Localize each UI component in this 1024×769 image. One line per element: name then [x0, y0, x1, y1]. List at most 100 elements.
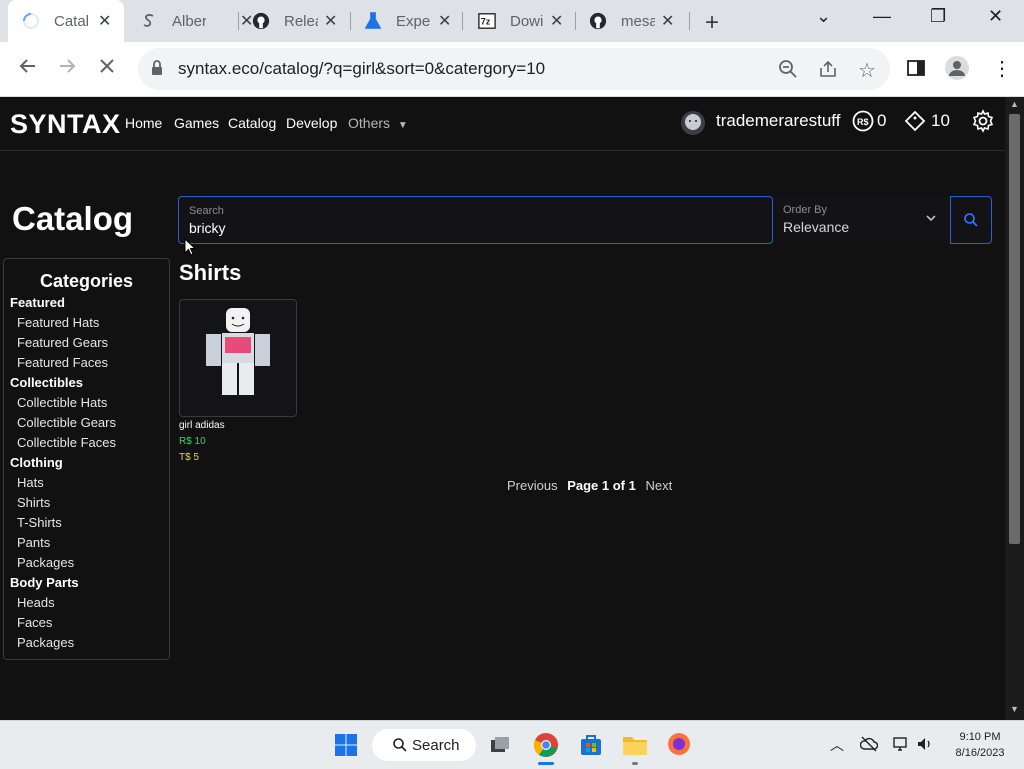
show-hidden-icons-chevron-icon[interactable]: ︿	[830, 735, 844, 755]
restore-icon[interactable]: ❐	[930, 6, 946, 27]
search-input[interactable]	[189, 220, 749, 236]
windows-start-icon[interactable]	[334, 733, 358, 762]
nav-catalog[interactable]: Catalog	[228, 115, 276, 131]
nav-games[interactable]: Games	[174, 115, 219, 131]
page-indicator: Page 1 of 1	[567, 478, 636, 493]
category-body-packages[interactable]: Packages	[10, 633, 116, 653]
close-tab-icon[interactable]: ✕	[324, 11, 337, 31]
caret-down-icon: ▼	[397, 120, 408, 131]
tab-relea[interactable]: Relea ✕	[242, 0, 350, 42]
url-text: syntax.eco/catalog/?q=girl&sort=0&caterg…	[178, 59, 546, 78]
category-collectible-hats[interactable]: Collectible Hats	[10, 393, 116, 413]
tab-search-chevron-icon[interactable]: ⌄	[816, 6, 831, 27]
item-robux-price: R$ 10	[179, 436, 206, 447]
tab-title: Relea	[284, 12, 318, 30]
volume-icon[interactable]	[916, 736, 934, 757]
search-field[interactable]: Search	[178, 196, 773, 244]
github-icon	[589, 12, 607, 30]
minimize-icon[interactable]: —	[873, 6, 891, 27]
cloud-offline-icon[interactable]	[859, 736, 879, 757]
tab-separator	[350, 12, 351, 30]
user-avatar[interactable]	[680, 110, 706, 141]
categories-panel: Categories Featured Featured Hats Featur…	[3, 258, 170, 660]
mouse-cursor-icon	[184, 237, 197, 261]
address-bar[interactable]: syntax.eco/catalog/?q=girl&sort=0&caterg…	[138, 48, 890, 90]
item-name[interactable]: girl adidas	[179, 420, 225, 431]
tab-expe[interactable]: Expe ✕	[354, 0, 462, 42]
system-clock[interactable]: 9:10 PM 8/16/2023	[940, 729, 1020, 761]
category-pants[interactable]: Pants	[10, 533, 116, 553]
page-scrollbar[interactable]: ▲ ▼	[1005, 97, 1024, 720]
tab-dowi[interactable]: 7z Dowi ✕	[466, 0, 574, 42]
category-featured-hats[interactable]: Featured Hats	[10, 313, 116, 333]
category-featured[interactable]: Featured	[10, 293, 116, 313]
bookmark-star-icon[interactable]: ☆	[858, 58, 876, 83]
username[interactable]: trademerarestuff	[716, 111, 840, 131]
category-featured-gears[interactable]: Featured Gears	[10, 333, 116, 353]
tix-balance[interactable]: 10	[931, 111, 950, 131]
flask-icon	[364, 12, 382, 30]
back-arrow-icon[interactable]	[18, 56, 38, 82]
category-t-shirts[interactable]: T-Shirts	[10, 513, 116, 533]
nav-develop[interactable]: Develop	[286, 115, 337, 131]
task-view-icon[interactable]	[489, 734, 511, 761]
item-tix-price: T$ 5	[179, 452, 200, 463]
nav-others-dropdown[interactable]: Others ▼	[348, 115, 408, 131]
item-thumbnail[interactable]	[179, 299, 297, 417]
category-packages[interactable]: Packages	[10, 553, 116, 573]
tab-alber[interactable]: Alber ✕	[130, 0, 253, 42]
zoom-out-icon[interactable]	[778, 59, 798, 84]
scrollbar-thumb[interactable]	[1009, 114, 1020, 544]
store-icon[interactable]	[579, 733, 603, 762]
site-header: SYNTAX Home Games Catalog Develop Others…	[0, 97, 1005, 151]
stop-loading-icon[interactable]	[97, 56, 117, 82]
lock-icon[interactable]	[150, 60, 164, 81]
category-hats[interactable]: Hats	[10, 473, 116, 493]
network-icon[interactable]	[892, 736, 910, 757]
scroll-down-icon[interactable]: ▼	[1010, 704, 1019, 714]
search-button[interactable]	[950, 196, 992, 244]
forward-arrow-icon[interactable]	[57, 56, 77, 82]
order-by-value: Relevance	[783, 219, 850, 235]
profile-avatar-icon[interactable]	[945, 56, 969, 85]
close-tab-icon[interactable]: ✕	[661, 11, 674, 31]
tab-title: mesa	[621, 12, 655, 30]
tab-mesa[interactable]: mesa ✕	[579, 0, 689, 42]
file-explorer-icon[interactable]	[622, 733, 648, 762]
category-collectibles[interactable]: Collectibles	[10, 373, 116, 393]
more-menu-icon[interactable]: ⋮	[992, 56, 1012, 81]
category-featured-faces[interactable]: Featured Faces	[10, 353, 116, 373]
close-window-icon[interactable]: ✕	[988, 6, 1003, 27]
close-tab-icon[interactable]: ✕	[98, 11, 111, 31]
category-clothing[interactable]: Clothing	[10, 453, 116, 473]
category-collectible-gears[interactable]: Collectible Gears	[10, 413, 116, 433]
close-tab-icon[interactable]: ✕	[438, 11, 451, 31]
robux-balance[interactable]: 0	[877, 111, 886, 131]
category-heads[interactable]: Heads	[10, 593, 116, 613]
windows-taskbar: Search ︿ 9:10 PM 8/16/2023	[0, 720, 1024, 769]
category-faces[interactable]: Faces	[10, 613, 116, 633]
tab-catalog[interactable]: Catal ✕	[8, 0, 124, 42]
tab-title: Catal	[54, 12, 88, 30]
category-collectible-faces[interactable]: Collectible Faces	[10, 433, 116, 453]
clock-time: 9:10 PM	[959, 731, 1001, 743]
robux-icon: R$	[852, 110, 874, 137]
scroll-up-icon[interactable]: ▲	[1010, 99, 1019, 109]
side-panel-icon[interactable]	[906, 58, 926, 83]
order-by-select[interactable]: Order By Relevance	[773, 196, 949, 242]
settings-gear-icon[interactable]	[971, 109, 995, 138]
previous-page-button[interactable]: Previous	[507, 478, 558, 493]
chrome-icon[interactable]	[533, 732, 559, 763]
share-icon[interactable]	[818, 59, 838, 84]
taskbar-search[interactable]: Search	[372, 729, 476, 761]
close-tab-icon[interactable]: ✕	[550, 11, 563, 31]
catalog-item-card[interactable]: girl adidas R$ 10 T$ 5	[179, 299, 297, 469]
site-logo[interactable]: SYNTAX	[10, 109, 121, 140]
nav-others-label: Others	[348, 115, 391, 131]
new-tab-icon[interactable]: +	[705, 9, 719, 37]
next-page-button[interactable]: Next	[645, 478, 672, 493]
category-body-parts[interactable]: Body Parts	[10, 573, 116, 593]
category-shirts[interactable]: Shirts	[10, 493, 116, 513]
nav-home[interactable]: Home	[125, 115, 162, 131]
firefox-icon[interactable]	[667, 732, 691, 761]
